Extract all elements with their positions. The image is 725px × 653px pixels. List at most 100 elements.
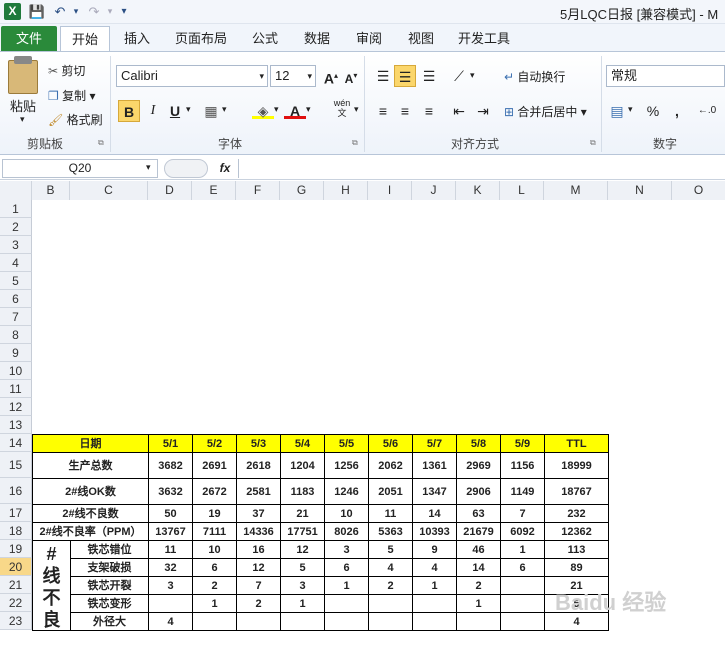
data-cell[interactable] <box>500 594 545 613</box>
data-cell[interactable]: 2581 <box>236 478 281 505</box>
data-cell[interactable]: 18999 <box>544 452 609 479</box>
undo-icon[interactable]: ↶ <box>50 2 70 21</box>
data-cell[interactable]: 3682 <box>148 452 193 479</box>
column-header[interactable]: L <box>500 181 544 200</box>
data-cell[interactable]: 113 <box>544 540 609 559</box>
format-painter-button[interactable]: 🖌 格式刷 <box>48 111 103 128</box>
data-cell[interactable]: 1361 <box>412 452 457 479</box>
increase-indent-icon[interactable]: ⇥ <box>472 100 494 122</box>
defect-group-label[interactable]: # 线 不 良 <box>32 540 71 631</box>
data-cell[interactable]: 17751 <box>280 522 325 541</box>
row-header[interactable]: 15 <box>0 452 32 478</box>
row-header[interactable]: 3 <box>0 236 32 254</box>
currency-dropdown-icon[interactable]: ▾ <box>628 104 633 115</box>
tab-page-layout[interactable]: 页面布局 <box>166 26 236 51</box>
data-cell[interactable]: 2691 <box>192 452 237 479</box>
row-header-selected[interactable]: 20 <box>0 558 32 576</box>
header-date-cell[interactable]: 5/8 <box>456 434 501 453</box>
defect-label-cell[interactable]: 铁芯变形 <box>70 594 149 613</box>
font-color-icon[interactable]: A <box>284 100 306 119</box>
row-header[interactable]: 11 <box>0 380 32 398</box>
data-cell[interactable]: 14 <box>456 558 501 577</box>
align-right-icon[interactable]: ≡ <box>418 100 440 122</box>
column-header[interactable]: D <box>148 181 192 200</box>
data-cell[interactable]: 11 <box>368 504 413 523</box>
data-cell[interactable]: 1347 <box>412 478 457 505</box>
tab-home[interactable]: 开始 <box>60 26 110 51</box>
data-cell[interactable]: 5363 <box>368 522 413 541</box>
data-cell[interactable] <box>236 612 281 631</box>
header-date-cell[interactable]: 5/5 <box>324 434 369 453</box>
header-date-cell[interactable]: 5/2 <box>192 434 237 453</box>
data-cell[interactable]: 7111 <box>192 522 237 541</box>
data-cell[interactable]: 6 <box>500 558 545 577</box>
data-cell[interactable]: 10393 <box>412 522 457 541</box>
orientation-dropdown-icon[interactable]: ▾ <box>470 70 475 81</box>
column-header[interactable]: E <box>192 181 236 200</box>
bold-button[interactable]: B <box>118 100 140 122</box>
fill-color-dropdown-icon[interactable]: ▾ <box>274 104 279 115</box>
data-cell[interactable]: 13767 <box>148 522 193 541</box>
row-header[interactable]: 12 <box>0 398 32 416</box>
row-label-cell[interactable]: 生产总数 <box>32 452 149 479</box>
data-cell[interactable]: 232 <box>544 504 609 523</box>
column-header[interactable]: F <box>236 181 280 200</box>
defect-label-cell[interactable]: 铁芯错位 <box>70 540 149 559</box>
row-label-cell[interactable]: 2#线OK数 <box>32 478 149 505</box>
insert-function-button[interactable]: fx <box>214 159 236 178</box>
tab-data[interactable]: 数据 <box>294 26 340 51</box>
data-cell[interactable]: 63 <box>456 504 501 523</box>
row-header[interactable]: 22 <box>0 594 32 612</box>
data-cell[interactable]: 2062 <box>368 452 413 479</box>
tab-developer[interactable]: 开发工具 <box>452 26 516 51</box>
data-cell[interactable]: 2969 <box>456 452 501 479</box>
data-cell[interactable] <box>280 612 325 631</box>
row-header[interactable]: 19 <box>0 540 32 558</box>
row-header[interactable]: 5 <box>0 272 32 290</box>
data-cell[interactable]: 46 <box>456 540 501 559</box>
borders-dropdown-icon[interactable]: ▾ <box>222 104 227 115</box>
data-cell[interactable] <box>412 594 457 613</box>
row-header[interactable]: 6 <box>0 290 32 308</box>
data-cell[interactable]: 1 <box>456 594 501 613</box>
row-header[interactable]: 1 <box>0 200 32 218</box>
header-date-cell[interactable]: 5/6 <box>368 434 413 453</box>
data-cell[interactable]: 1 <box>412 576 457 595</box>
column-header[interactable]: I <box>368 181 412 200</box>
data-cell[interactable]: 2618 <box>236 452 281 479</box>
font-name-combo[interactable]: Calibri ▾ <box>116 65 268 87</box>
font-launcher-icon[interactable]: ⧉ <box>352 138 358 148</box>
row-header[interactable]: 7 <box>0 308 32 326</box>
data-cell[interactable]: 2 <box>236 594 281 613</box>
data-cell[interactable]: 2 <box>456 576 501 595</box>
wrap-text-button[interactable]: ↵ 自动换行 <box>504 68 565 85</box>
font-color-dropdown-icon[interactable]: ▾ <box>306 104 311 115</box>
data-cell[interactable] <box>368 612 413 631</box>
row-header[interactable]: 9 <box>0 344 32 362</box>
data-cell[interactable]: 89 <box>544 558 609 577</box>
column-header[interactable]: B <box>32 181 70 200</box>
row-header[interactable]: 10 <box>0 362 32 380</box>
column-header[interactable]: J <box>412 181 456 200</box>
decrease-indent-icon[interactable]: ⇤ <box>448 100 470 122</box>
data-cell[interactable]: 10 <box>324 504 369 523</box>
data-cell[interactable]: 1 <box>324 576 369 595</box>
percent-button[interactable]: % <box>642 100 664 122</box>
align-center-icon[interactable]: ≡ <box>394 100 416 122</box>
data-cell[interactable]: 6092 <box>500 522 545 541</box>
paste-button[interactable]: 粘贴 <box>10 96 36 115</box>
data-cell[interactable]: 21 <box>280 504 325 523</box>
row-header[interactable]: 8 <box>0 326 32 344</box>
underline-dropdown-icon[interactable]: ▾ <box>186 104 191 115</box>
fill-color-icon[interactable]: ◈ <box>252 100 274 119</box>
column-header[interactable]: N <box>608 181 672 200</box>
row-header[interactable]: 21 <box>0 576 32 594</box>
name-box-dropdown-icon[interactable]: ▾ <box>146 162 151 173</box>
row-header[interactable]: 16 <box>0 478 32 504</box>
data-cell[interactable] <box>324 594 369 613</box>
redo-icon[interactable]: ↷ <box>84 2 104 21</box>
save-icon[interactable]: 💾 <box>28 2 46 21</box>
number-format-combo[interactable]: 常规 <box>606 65 725 87</box>
data-cell[interactable]: 12 <box>236 558 281 577</box>
data-cell[interactable]: 1204 <box>280 452 325 479</box>
